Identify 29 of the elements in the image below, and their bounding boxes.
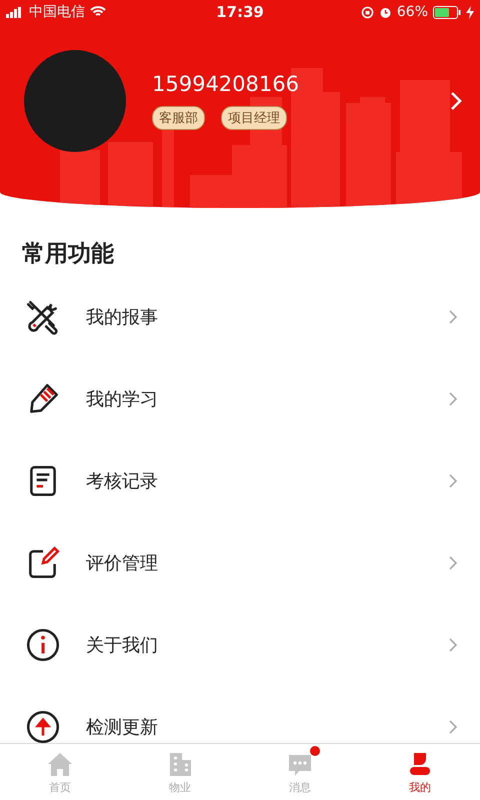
menu-item[interactable]: 考核记录: [86, 469, 448, 493]
battery-icon: [433, 6, 461, 18]
signal-icon: [6, 6, 24, 18]
menu-item[interactable]: 评价管理: [86, 551, 448, 575]
chevron-right-icon: [448, 555, 458, 571]
carrier-name: 中国电信: [29, 3, 85, 21]
chevron-right-icon: [448, 473, 458, 489]
chevron-right-icon[interactable]: [450, 91, 462, 111]
update-icon: [24, 708, 62, 743]
wifi-icon: [90, 6, 106, 18]
battery-percent: 66%: [396, 4, 428, 20]
home-icon: [46, 750, 74, 778]
role-tag: 项目经理: [221, 106, 287, 130]
menu-item[interactable]: 我的报事: [86, 305, 448, 329]
menu-item[interactable]: 我的学习: [86, 387, 448, 411]
role-tag: 客服部: [152, 106, 205, 130]
chevron-right-icon: [448, 309, 458, 325]
menu-item[interactable]: 检测更新: [86, 715, 448, 739]
tab-item[interactable]: 我的: [360, 744, 480, 800]
menu-item[interactable]: 关于我们: [86, 633, 448, 657]
info-icon: [24, 626, 62, 664]
phone-number: 15994208166: [152, 72, 300, 96]
section-title: 常用功能: [21, 240, 115, 269]
chevron-right-icon: [448, 637, 458, 653]
alarm-icon: [378, 6, 392, 18]
chevron-right-icon: [448, 391, 458, 407]
clock-time: 17:39: [216, 3, 264, 21]
charging-icon: [466, 6, 474, 18]
chevron-right-icon: [448, 719, 458, 735]
